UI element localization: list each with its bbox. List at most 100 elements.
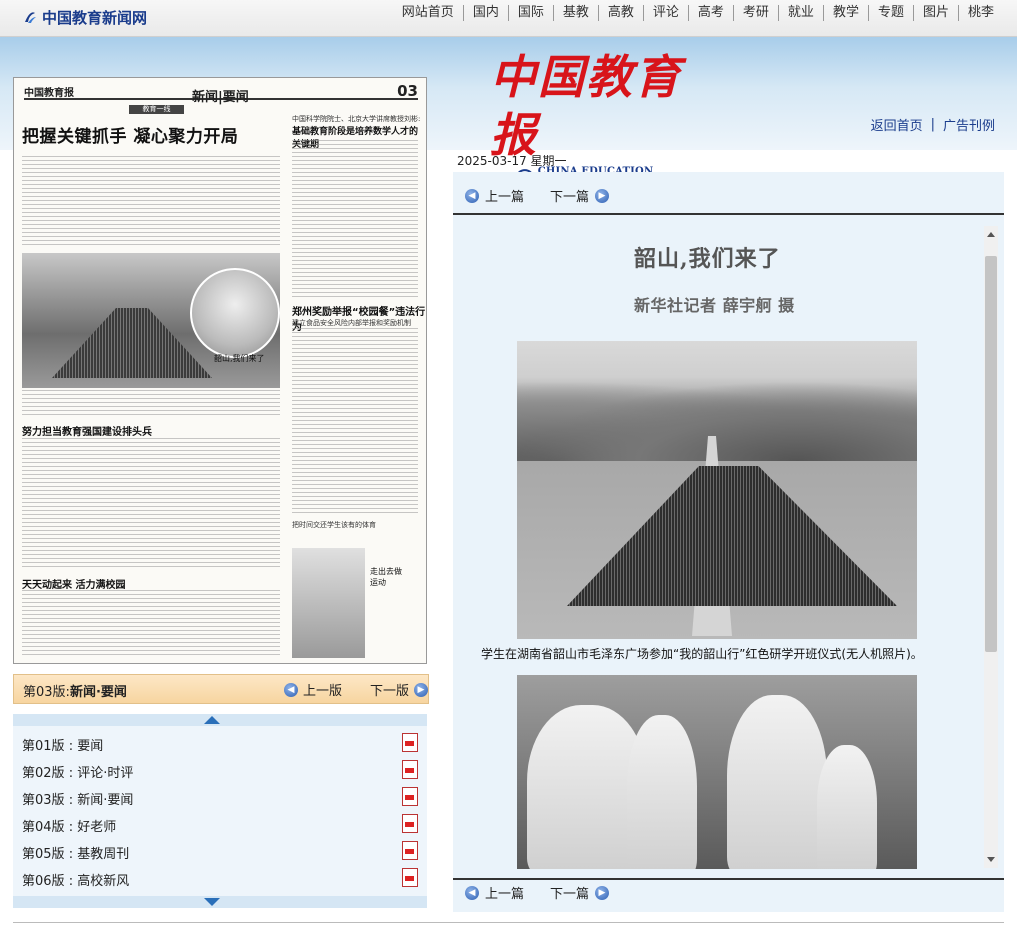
photo-caption: 学生在湖南省韶山市毛泽东广场参加“我的韶山行”红色研学开班仪式(无人机照片)。 bbox=[481, 647, 923, 661]
page-list-scroll-up[interactable] bbox=[13, 714, 427, 726]
prev-article-label: 上一篇 bbox=[485, 190, 525, 205]
page-list-item[interactable]: 第02版 : 评论·时评 bbox=[22, 760, 418, 781]
prev-article-button[interactable]: ◀ 上一篇 bbox=[465, 883, 524, 902]
prev-page-label: 上一版 bbox=[303, 684, 343, 699]
np-text-col bbox=[292, 140, 418, 298]
page-list-scroll-down[interactable] bbox=[13, 896, 427, 908]
nav-basic-edu[interactable]: 基教 bbox=[552, 5, 598, 21]
np-headline-3[interactable]: 努力担当教育强国建设排头兵 bbox=[22, 423, 152, 438]
page-no: 第04版 bbox=[22, 820, 65, 835]
page-sep: : bbox=[68, 766, 74, 781]
pdf-icon[interactable] bbox=[402, 841, 418, 860]
arrow-left-icon: ◀ bbox=[465, 188, 479, 203]
nav-home[interactable]: 网站首页 bbox=[393, 5, 463, 21]
pdf-icon[interactable] bbox=[402, 868, 418, 887]
header-link-separator: | bbox=[930, 117, 935, 132]
page-list-label: 第06版 : 高校新风 bbox=[22, 870, 129, 889]
np-text-col bbox=[292, 328, 418, 516]
article-nav-bottom: ◀ 上一篇 下一篇 ▶ bbox=[453, 869, 1004, 909]
prev-page-button[interactable]: ◀ 上一版 bbox=[284, 680, 342, 699]
np-headline-4[interactable]: 天天动起来 活力满校园 bbox=[22, 576, 125, 591]
page-sep: : bbox=[68, 739, 74, 754]
site-logo-text: 中国教育新闻网 bbox=[42, 8, 148, 27]
nav-topics[interactable]: 专题 bbox=[867, 5, 913, 21]
page-sep: : bbox=[68, 793, 74, 808]
ad-rates-link[interactable]: 广告刊例 bbox=[943, 115, 995, 134]
next-article-label: 下一篇 bbox=[550, 190, 590, 205]
np-text-col bbox=[22, 390, 280, 418]
next-article-button[interactable]: 下一篇 ▶ bbox=[550, 883, 610, 902]
next-page-label: 下一版 bbox=[370, 684, 410, 699]
prev-article-button[interactable]: ◀ 上一篇 bbox=[465, 186, 524, 205]
arrow-right-icon: ▶ bbox=[595, 188, 610, 203]
np-headline[interactable]: 把握关键抓手 凝心聚力开局 bbox=[22, 122, 238, 147]
newspaper-page-image[interactable]: 中国教育报 新闻|要闻 03 教育一线 把握关键抓手 凝心聚力开局 中国科学院院… bbox=[13, 77, 427, 664]
site-logo[interactable]: 中国教育新闻网 bbox=[22, 6, 147, 28]
article-byline: 新华社记者 薛宇舸 摄 bbox=[634, 296, 795, 315]
masthead-cn: 中国教育报 bbox=[490, 50, 682, 162]
triangle-up-icon bbox=[204, 716, 220, 724]
nav-taoli[interactable]: 桃李 bbox=[957, 5, 1003, 21]
nav-domestic[interactable]: 国内 bbox=[462, 5, 508, 21]
nav-kaoyan[interactable]: 考研 bbox=[732, 5, 778, 21]
page-sep: : bbox=[68, 820, 74, 835]
np-section: 新闻|要闻 bbox=[192, 90, 249, 105]
np-right-kicker: 中国科学院院士、北京大学讲席教授刘彬: bbox=[292, 115, 421, 123]
page-name: 高校新风 bbox=[77, 874, 130, 889]
nav-employment[interactable]: 就业 bbox=[777, 5, 823, 21]
nav-higher-edu[interactable]: 高教 bbox=[597, 5, 643, 21]
article-content[interactable]: 韶山,我们来了 新华社记者 薛宇舸 摄 学生在湖南省韶山市毛泽东广场参加“我的韶… bbox=[453, 217, 1004, 869]
article-photo-aerial[interactable] bbox=[517, 341, 917, 639]
np-top-rule: 中国教育报 新闻|要闻 03 bbox=[24, 82, 418, 105]
page-name: 评论·时评 bbox=[77, 766, 134, 781]
prev-article-label: 上一篇 bbox=[485, 887, 525, 902]
np-bottom-photo[interactable] bbox=[292, 548, 365, 658]
arrow-right-icon: ▶ bbox=[414, 682, 428, 697]
pdf-icon[interactable] bbox=[402, 787, 418, 806]
page-no: 第01版 bbox=[22, 739, 65, 754]
masthead-logo[interactable]: 中国教育报 CHINA EDUCATION DAILY bbox=[490, 48, 690, 188]
np-tag: 教育一线 bbox=[129, 105, 184, 114]
nav-commentary[interactable]: 评论 bbox=[642, 5, 688, 21]
back-home-link[interactable]: 返回首页 bbox=[871, 115, 923, 134]
pdf-icon[interactable] bbox=[402, 733, 418, 752]
scrollbar-thumb[interactable] bbox=[985, 256, 997, 652]
np-headline-2-sub: 建立食品安全风险内部举报和奖励机制 bbox=[292, 319, 411, 327]
np-small-headline[interactable]: 把时间交还学生该有的体育 bbox=[292, 520, 376, 530]
page-list-item[interactable]: 第06版 : 高校新风 bbox=[22, 868, 418, 889]
nav-teaching[interactable]: 教学 bbox=[822, 5, 868, 21]
nav-international[interactable]: 国际 bbox=[507, 5, 553, 21]
np-photo-caption[interactable]: 韶山,我们来了 bbox=[214, 353, 265, 364]
page-sep: : bbox=[68, 874, 74, 889]
page-list-item[interactable]: 第04版 : 好老师 bbox=[22, 814, 418, 835]
pdf-icon[interactable] bbox=[402, 760, 418, 779]
nav-photos[interactable]: 图片 bbox=[912, 5, 958, 21]
page-name: 基教周刊 bbox=[77, 847, 130, 862]
top-bar: 中国教育新闻网 网站首页 国内 国际 基教 高教 评论 高考 考研 就业 教学 … bbox=[0, 0, 1017, 37]
article-scrollbar[interactable] bbox=[984, 226, 998, 868]
nav-gaokao[interactable]: 高考 bbox=[687, 5, 733, 21]
np-brand: 中国教育报 bbox=[24, 88, 74, 99]
np-text-col bbox=[22, 590, 280, 658]
page-name: 新闻·要闻 bbox=[77, 793, 134, 808]
page-list-item[interactable]: 第03版 : 新闻·要闻 bbox=[22, 787, 418, 808]
page-bar: 第03版:新闻·要闻 ◀ 上一版 下一版 ▶ bbox=[13, 674, 429, 704]
np-text-col bbox=[22, 156, 280, 248]
arrow-left-icon: ◀ bbox=[284, 682, 298, 697]
next-article-label: 下一篇 bbox=[550, 887, 590, 902]
scroll-up-arrow-icon[interactable] bbox=[987, 232, 995, 237]
arrow-right-icon: ▶ bbox=[595, 885, 610, 900]
article-photo-students[interactable] bbox=[517, 675, 917, 869]
next-article-button[interactable]: 下一篇 ▶ bbox=[550, 186, 610, 205]
current-page-prefix: 第03版: bbox=[23, 685, 70, 700]
arrow-left-icon: ◀ bbox=[465, 885, 479, 900]
page-list-item[interactable]: 第05版 : 基教周刊 bbox=[22, 841, 418, 862]
page-list-label: 第04版 : 好老师 bbox=[22, 816, 116, 835]
article-nav-top: ◀ 上一篇 下一篇 ▶ bbox=[453, 172, 1004, 212]
np-small-caption[interactable]: 走出去做运动 bbox=[370, 566, 404, 588]
page-list-label: 第02版 : 评论·时评 bbox=[22, 762, 133, 781]
scroll-down-arrow-icon[interactable] bbox=[987, 857, 995, 862]
page-list-item[interactable]: 第01版 : 要闻 bbox=[22, 733, 418, 754]
pdf-icon[interactable] bbox=[402, 814, 418, 833]
next-page-button[interactable]: 下一版 ▶ bbox=[370, 680, 428, 699]
